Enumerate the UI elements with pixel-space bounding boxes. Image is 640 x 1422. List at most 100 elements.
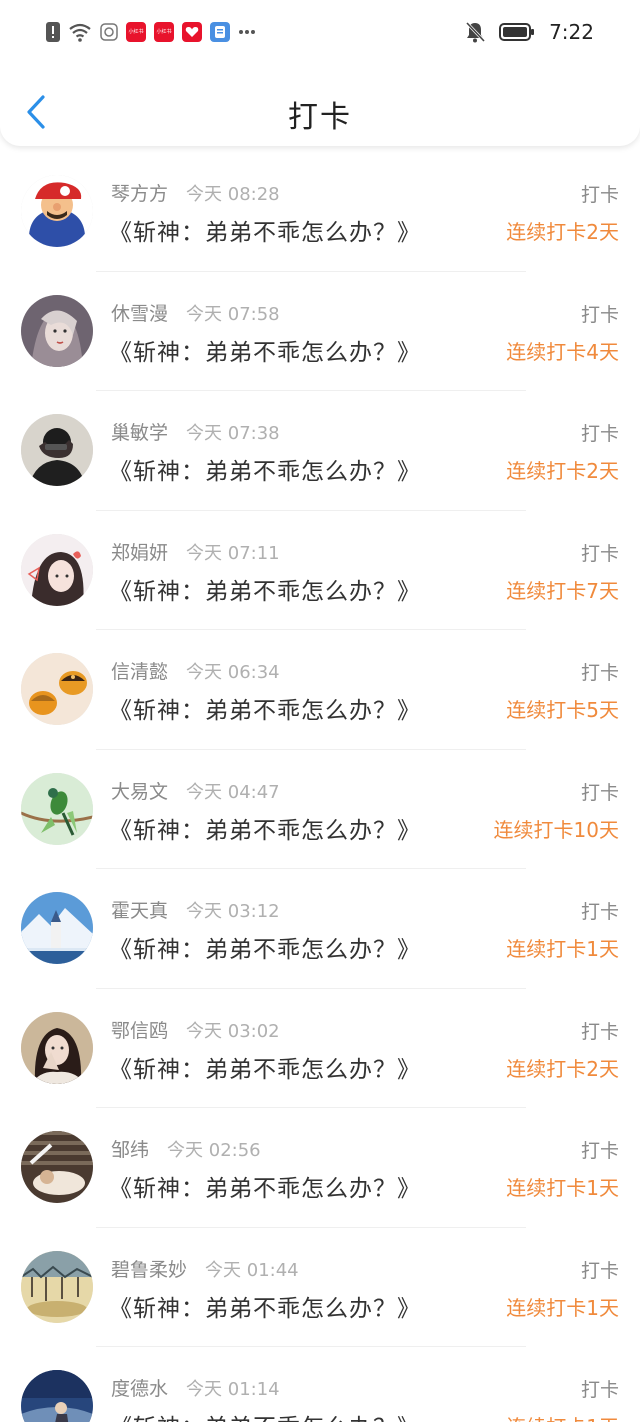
avatar[interactable] (21, 533, 93, 606)
user-name-text: 碧鲁柔妙 (111, 1258, 188, 1281)
xiaohongshu-icon: 小红书 (154, 22, 174, 42)
user-name: 碧鲁柔妙 今天 01:44 (111, 1255, 299, 1282)
book-title[interactable]: 《斩神：弟弟不乖怎么办？》 (109, 1050, 421, 1084)
avatar[interactable] (21, 414, 93, 486)
avatar[interactable] (21, 772, 93, 845)
book-title[interactable]: 《斩神：弟弟不乖怎么办？》 (109, 213, 421, 247)
user-name: 邹纬 今天 02:56 (111, 1135, 261, 1162)
header: 小红书 小红书 7:22 打卡 (0, 0, 640, 146)
checkin-screen: 小红书 小红书 7:22 打卡 琴方方 今天 08:28 《斩神：弟弟不乖怎么办… (0, 0, 640, 1422)
streak-label: 连续打卡7天 (506, 578, 619, 603)
card-app-icon (210, 22, 230, 42)
avatar[interactable] (21, 1370, 93, 1422)
book-title[interactable]: 《斩神：弟弟不乖怎么办？》 (109, 1408, 421, 1422)
avatar[interactable] (21, 1131, 93, 1203)
streak-label: 连续打卡1天 (506, 1176, 619, 1200)
user-name: 休雪漫 今天 07:58 (111, 299, 280, 326)
checkin-row[interactable]: 碧鲁柔妙 今天 01:44 《斩神：弟弟不乖怎么办？》 打卡 连续打卡1天 (0, 1228, 640, 1348)
avatar[interactable] (21, 294, 93, 367)
user-name: 鄂信鸥 今天 03:02 (111, 1016, 280, 1043)
checkin-action-label: 打卡 (580, 542, 619, 565)
checkin-time: 今天 02:56 (167, 1140, 261, 1161)
streak-label: 连续打卡2天 (506, 1056, 619, 1081)
checkin-action-label: 打卡 (580, 781, 619, 804)
user-name: 霍天真 今天 03:12 (111, 896, 280, 923)
streak-label: 连续打卡1天 (506, 937, 619, 961)
streak-label: 连续打卡2天 (506, 459, 619, 483)
book-title[interactable]: 《斩神：弟弟不乖怎么办？》 (109, 930, 421, 964)
checkin-action-label: 打卡 (580, 901, 619, 923)
checkin-time: 今天 07:38 (186, 423, 280, 444)
checkin-row[interactable]: 大易文 今天 04:47 《斩神：弟弟不乖怎么办？》 打卡 连续打卡10天 (0, 750, 640, 870)
book-title[interactable]: 《斩神：弟弟不乖怎么办？》 (109, 691, 421, 725)
book-title[interactable]: 《斩神：弟弟不乖怎么办？》 (109, 333, 421, 367)
user-name-text: 度德水 (111, 1378, 169, 1400)
checkin-time: 今天 08:28 (186, 184, 280, 205)
wifi-icon (68, 22, 92, 42)
heart-app-icon (182, 22, 202, 42)
checkin-row[interactable]: 鄂信鸥 今天 03:02 《斩神：弟弟不乖怎么办？》 打卡 连续打卡2天 (0, 989, 640, 1109)
checkin-list: 琴方方 今天 08:28 《斩神：弟弟不乖怎么办？》 打卡 连续打卡2天 休雪漫今… (0, 152, 640, 1422)
streak-label: 连续打卡1天 (506, 1295, 619, 1320)
page-title: 打卡 (288, 100, 352, 135)
checkin-row[interactable]: 邹纬 今天 02:56 《斩神：弟弟不乖怎么办？》 打卡 连续打卡1天 (0, 1108, 640, 1228)
checkin-row[interactable]: 巢敏学 今天 07:38 《斩神：弟弟不乖怎么办？》 打卡 连续打卡2天 (0, 391, 640, 511)
checkin-action-label: 打卡 (580, 1020, 619, 1043)
checkin-row[interactable]: 休雪漫 今天 07:58 《斩神：弟弟不乖怎么办？》 打卡 连续打卡4天 (0, 272, 640, 392)
checkin-action-label: 打卡 (580, 1140, 619, 1162)
user-name-text: 大易文 (111, 780, 169, 803)
user-name: 巢敏学 今天 07:38 (111, 418, 280, 445)
checkin-row[interactable]: 琴方方 今天 08:28 《斩神：弟弟不乖怎么办？》 打卡 连续打卡2天 (0, 152, 640, 272)
user-name-text: 邹纬 (111, 1139, 150, 1161)
status-left-icons: 小红书 小红书 (46, 20, 256, 44)
checkin-action-label: 打卡 (580, 1379, 619, 1401)
streak-label: 连续打卡2天 (506, 220, 619, 244)
streak-label: 连续打卡1天 (506, 1411, 619, 1422)
status-bar: 小红书 小红书 7:22 (0, 0, 640, 64)
user-name-text: 霍天真 (111, 900, 169, 922)
user-name: 郑娟妍 今天 07:11 (111, 538, 280, 565)
avatar[interactable] (21, 1011, 93, 1084)
user-name-text: 琴方方 (111, 183, 169, 205)
avatar[interactable] (21, 892, 93, 964)
streak-label: 连续打卡4天 (506, 339, 619, 364)
user-name-text: 巢敏学 (111, 422, 169, 444)
checkin-action-label: 打卡 (580, 423, 619, 445)
checkin-row[interactable]: 度德水今天 01:14 《斩神：弟弟不乖怎么办？》 打卡 连续打卡1天 (0, 1347, 640, 1422)
checkin-time: 今天 01:14 (186, 1379, 280, 1400)
checkin-action-label: 打卡 (580, 303, 619, 326)
checkin-time: 今天 01:44 (205, 1259, 299, 1281)
streak-label: 连续打卡10天 (493, 817, 619, 842)
xiaohongshu-icon: 小红书 (126, 22, 146, 42)
battery-icon (499, 23, 535, 41)
status-time: 7:22 (549, 20, 594, 44)
book-title[interactable]: 《斩神：弟弟不乖怎么办？》 (109, 452, 421, 486)
checkin-time: 今天 06:34 (186, 662, 280, 683)
avatar[interactable] (21, 175, 93, 247)
checkin-time: 今天 03:12 (186, 901, 280, 922)
user-name-text: 鄂信鸥 (111, 1019, 169, 1042)
checkin-row[interactable]: 郑娟妍 今天 07:11 《斩神：弟弟不乖怎么办？》 打卡 连续打卡7天 (0, 511, 640, 631)
checkin-action-label: 打卡 (580, 184, 619, 206)
streak-label: 连续打卡5天 (506, 698, 619, 722)
book-title[interactable]: 《斩神：弟弟不乖怎么办？》 (109, 1289, 421, 1323)
avatar[interactable] (21, 653, 93, 725)
more-dots-icon (238, 29, 256, 35)
avatar[interactable] (21, 1250, 93, 1323)
user-name: 度德水 今天 01:14 (111, 1374, 280, 1401)
checkin-time: 今天 07:58 (186, 303, 280, 325)
checkin-row[interactable]: 霍天真 今天 03:12 《斩神：弟弟不乖怎么办？》 打卡 连续打卡1天 (0, 869, 640, 989)
status-right-icons: 7:22 (465, 18, 594, 46)
book-title[interactable]: 《斩神：弟弟不乖怎么办？》 (109, 572, 421, 606)
checkin-time: 今天 04:47 (186, 781, 280, 803)
user-name-text: 信清懿 (111, 661, 169, 683)
book-title[interactable]: 《斩神：弟弟不乖怎么办？》 (109, 811, 421, 845)
user-name-text: 休雪漫 (111, 302, 169, 325)
user-name: 信清懿 今天 06:34 (111, 657, 280, 684)
bell-off-icon (465, 21, 486, 43)
book-title[interactable]: 《斩神：弟弟不乖怎么办？》 (109, 1169, 421, 1203)
checkin-row[interactable]: 信清懿 今天 06:34 《斩神：弟弟不乖怎么办？》 打卡 连续打卡5天 (0, 630, 640, 750)
user-name-text: 郑娟妍 (111, 541, 169, 564)
alert-icon (46, 22, 60, 42)
checkin-time: 今天 07:11 (186, 542, 280, 564)
